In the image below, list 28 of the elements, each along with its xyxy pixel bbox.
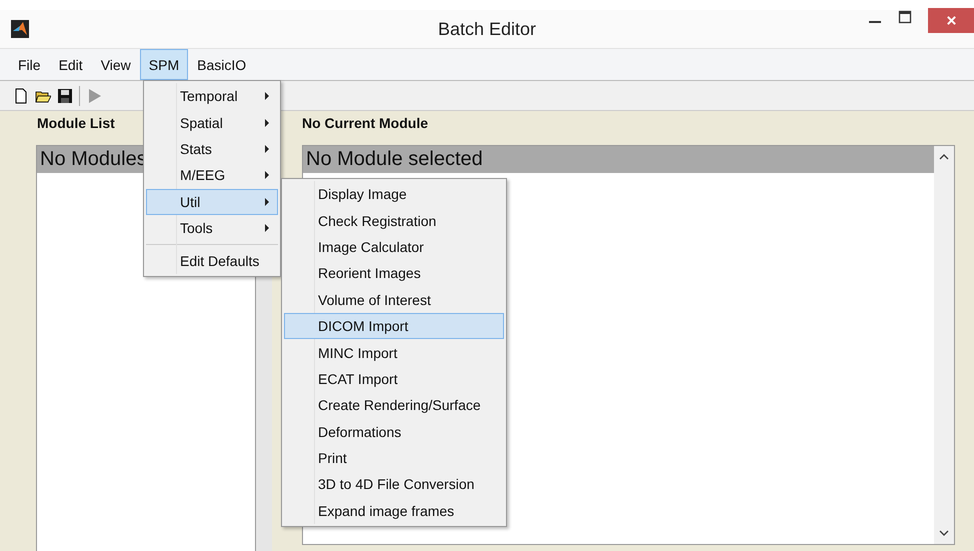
submenu-arrow-icon: [265, 118, 269, 127]
submenu-arrow-icon: [265, 224, 269, 232]
menu-item[interactable]: File: [9, 49, 50, 80]
submenu-arrow-icon: [265, 198, 269, 206]
menu-item[interactable]: SPM: [140, 49, 188, 80]
menu-item[interactable]: View: [92, 49, 140, 80]
scrollbar[interactable]: [934, 146, 954, 544]
maximize-icon[interactable]: [898, 10, 912, 24]
window-title: Batch Editor: [438, 18, 536, 40]
submenu-arrow-icon: [265, 171, 269, 180]
menu-entry[interactable]: DICOM Import: [284, 312, 504, 340]
close-icon: [946, 15, 956, 26]
panel-label: No Current Module: [302, 114, 428, 133]
menu-entry[interactable]: Temporal: [146, 83, 278, 110]
new-file-icon[interactable]: [13, 88, 29, 104]
menu-item[interactable]: BasicIO: [188, 49, 256, 80]
list-header: No Module selected: [303, 146, 934, 173]
scroll-up-icon[interactable]: [939, 154, 949, 160]
scroll-down-icon[interactable]: [939, 530, 949, 536]
menu-entry[interactable]: Spatial: [146, 109, 278, 136]
submenu-arrow-icon: [265, 144, 269, 153]
submenu-arrow-icon: [265, 92, 269, 100]
save-icon[interactable]: [57, 88, 73, 104]
close-button[interactable]: [928, 8, 974, 33]
menu-entry[interactable]: Util: [146, 188, 278, 215]
menu-item[interactable]: Edit: [50, 49, 92, 80]
app-logo-icon: [11, 20, 29, 38]
panel-label: Module List: [37, 114, 115, 133]
